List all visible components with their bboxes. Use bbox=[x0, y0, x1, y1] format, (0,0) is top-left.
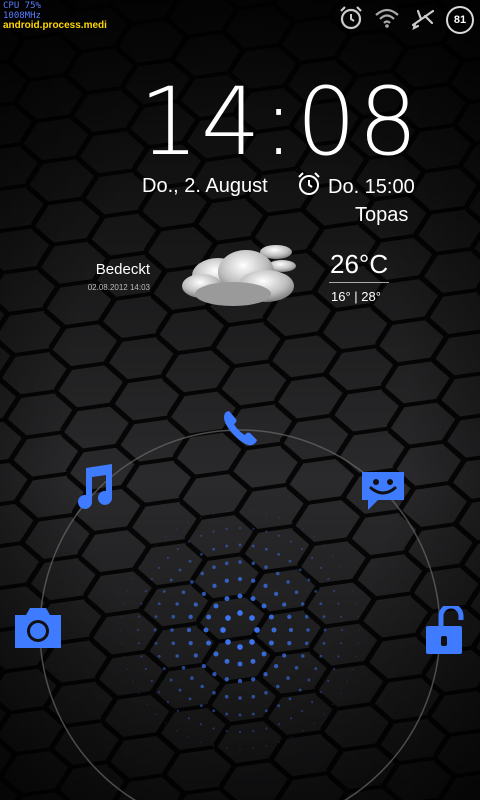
messaging-icon[interactable] bbox=[358, 468, 408, 518]
status-bar: CPU 75% 1008MHz android.process.medi 81 bbox=[0, 0, 480, 38]
owner-info: Topas bbox=[355, 204, 409, 226]
lockscreen-clock: 14:08 bbox=[139, 68, 420, 177]
phone-icon[interactable] bbox=[217, 405, 263, 455]
temperature: 26°C bbox=[330, 249, 389, 279]
lockscreen-date: Do., 2. August bbox=[142, 175, 268, 197]
cloud-icon bbox=[182, 245, 296, 306]
process-name: android.process.medi bbox=[3, 20, 107, 31]
unlock-icon[interactable] bbox=[423, 603, 465, 662]
weather-condition: Bedeckt bbox=[95, 261, 150, 278]
cpu-usage: CPU 75% bbox=[3, 1, 41, 11]
temperature-divider bbox=[329, 282, 389, 283]
cpu-monitor: CPU 75% 1008MHz android.process.medi bbox=[3, 1, 107, 31]
alarm-icon bbox=[338, 5, 364, 35]
weather-updated: 02.08.2012 14:03 bbox=[87, 283, 150, 292]
camera-icon[interactable] bbox=[12, 605, 64, 655]
wifi-icon bbox=[374, 7, 400, 33]
airplane-icon bbox=[410, 5, 436, 35]
temperature-range: 16° | 28° bbox=[331, 289, 381, 304]
alarm-time: Do. 15:00 bbox=[328, 175, 415, 198]
alarm-clock-icon bbox=[296, 171, 322, 203]
battery-icon: 81 bbox=[446, 6, 474, 34]
next-alarm: Do. 15:00 bbox=[296, 171, 415, 203]
status-icons: 81 bbox=[338, 6, 474, 34]
music-icon[interactable] bbox=[68, 462, 120, 518]
